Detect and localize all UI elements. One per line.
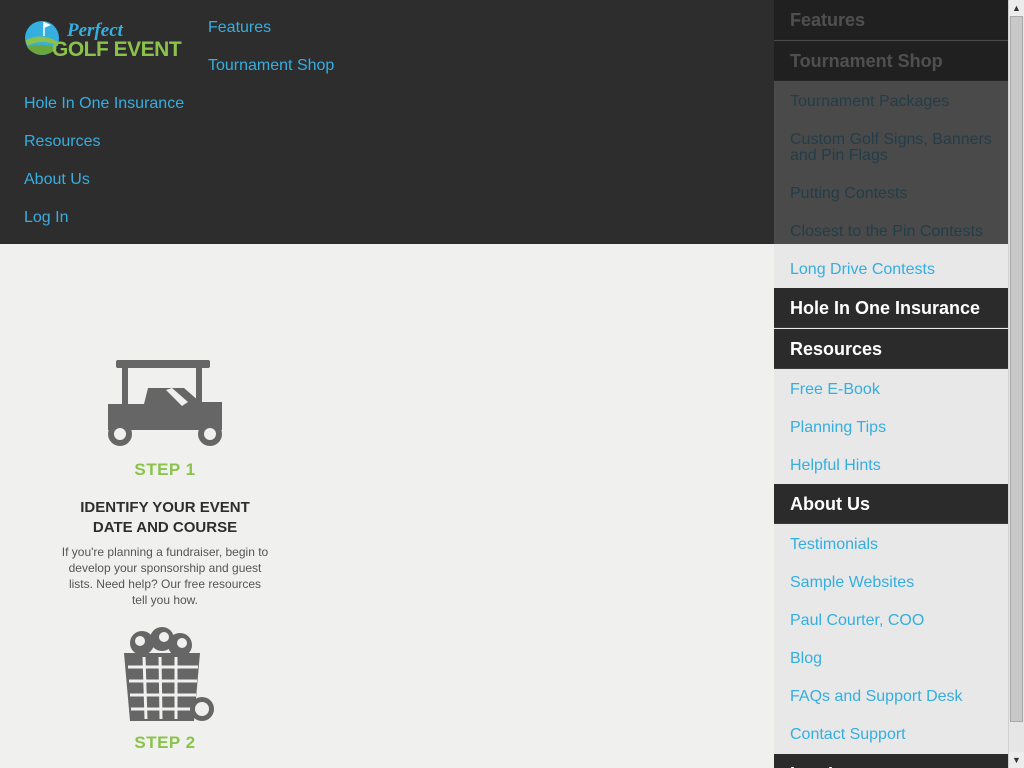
step-2-label: STEP 2	[134, 733, 196, 752]
menu-head-features[interactable]: Features	[774, 0, 1008, 40]
golf-cart-icon	[56, 356, 274, 448]
nav-hole-in-one-insurance[interactable]: Hole In One Insurance	[24, 94, 184, 114]
menu-item-helpful-hints[interactable]: Helpful Hints	[790, 458, 1000, 474]
nav-features[interactable]: Features	[208, 18, 271, 38]
scroll-down-arrow-icon[interactable]: ▼	[1009, 752, 1024, 768]
menu-item-blog[interactable]: Blog	[790, 651, 1000, 667]
menu-item-closest-to-pin[interactable]: Closest to the Pin Contests	[790, 224, 1000, 240]
menu-item-putting-contests[interactable]: Putting Contests	[790, 186, 1000, 202]
step-2-block: STEP 2	[56, 627, 274, 753]
step-1-title: IDENTIFY YOUR EVENT DATE AND COURSE	[80, 499, 250, 536]
side-menu-panel: Features Tournament Shop Tournament Pack…	[774, 0, 1008, 768]
scroll-up-arrow-icon[interactable]: ▲	[1009, 0, 1024, 16]
menu-item-custom-golf-signs[interactable]: Custom Golf Signs, Banners and Pin Flags	[790, 132, 1000, 164]
menu-item-long-drive[interactable]: Long Drive Contests	[790, 262, 1000, 278]
golf-ball-basket-icon	[56, 627, 274, 725]
menu-head-hole-in-one[interactable]: Hole In One Insurance	[774, 288, 1008, 328]
menu-item-sample-websites[interactable]: Sample Websites	[790, 575, 1000, 591]
menu-item-contact-support[interactable]: Contact Support	[790, 727, 1000, 743]
menu-item-planning-tips[interactable]: Planning Tips	[790, 420, 1000, 436]
step-1-label: STEP 1	[134, 460, 196, 479]
svg-text:GOLF EVENT: GOLF EVENT	[52, 38, 182, 60]
menu-head-resources[interactable]: Resources	[774, 329, 1008, 369]
scrollbar-thumb[interactable]	[1010, 16, 1023, 722]
menu-item-faqs-support[interactable]: FAQs and Support Desk	[790, 689, 1000, 705]
vertical-scrollbar[interactable]: ▲ ▼	[1008, 0, 1024, 768]
menu-head-tournament-shop[interactable]: Tournament Shop	[774, 41, 1008, 81]
menu-head-about-us[interactable]: About Us	[774, 484, 1008, 524]
golf-logo-icon: Perfect GOLF EVENT	[25, 20, 182, 61]
perfect-golf-event-logo[interactable]: Perfect GOLF EVENT	[24, 16, 194, 61]
nav-about-us[interactable]: About Us	[24, 170, 90, 190]
menu-item-free-ebook[interactable]: Free E-Book	[790, 382, 1000, 398]
nav-log-in[interactable]: Log In	[24, 208, 68, 228]
menu-item-tournament-packages[interactable]: Tournament Packages	[790, 94, 1000, 110]
nav-resources[interactable]: Resources	[24, 132, 100, 152]
menu-head-log-in[interactable]: Log In	[774, 754, 1008, 768]
nav-tournament-shop[interactable]: Tournament Shop	[208, 56, 334, 76]
menu-item-testimonials[interactable]: Testimonials	[790, 537, 1000, 553]
step-1-block: STEP 1 IDENTIFY YOUR EVENT DATE AND COUR…	[56, 356, 274, 608]
step-1-description: If you're planning a fundraiser, begin t…	[61, 545, 269, 607]
menu-item-paul-courter[interactable]: Paul Courter, COO	[790, 613, 1000, 629]
